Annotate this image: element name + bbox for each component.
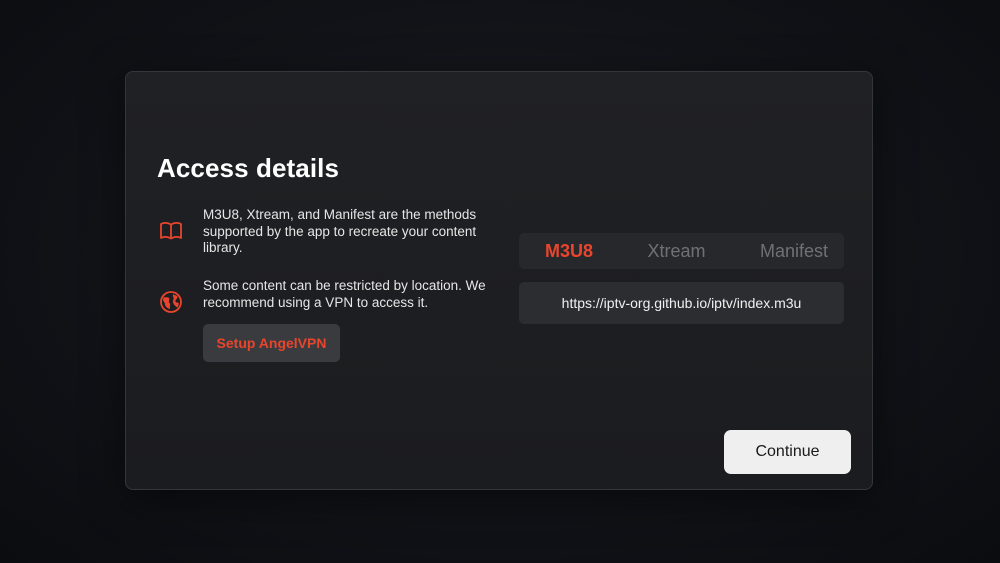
access-details-dialog: Access details M3U8, Xtream, and Manifes… xyxy=(125,71,873,490)
setup-vpn-button[interactable]: Setup AngelVPN xyxy=(203,324,340,362)
info-methods: M3U8, Xtream, and Manifest are the metho… xyxy=(157,207,493,257)
page-title: Access details xyxy=(157,153,340,183)
info-location: Some content can be restricted by locati… xyxy=(157,278,493,316)
source-type-tabs: M3U8 Xtream Manifest xyxy=(519,233,844,269)
info-location-text: Some content can be restricted by locati… xyxy=(203,278,486,310)
globe-icon xyxy=(157,288,185,316)
tab-xtream[interactable]: Xtream xyxy=(647,241,705,262)
playlist-url-input[interactable]: https://iptv-org.github.io/iptv/index.m3… xyxy=(519,282,844,324)
book-icon xyxy=(157,217,185,245)
tab-m3u8[interactable]: M3U8 xyxy=(545,241,593,262)
tab-manifest[interactable]: Manifest xyxy=(760,241,828,262)
info-methods-text: M3U8, Xtream, and Manifest are the metho… xyxy=(203,207,477,255)
continue-button[interactable]: Continue xyxy=(724,430,851,474)
